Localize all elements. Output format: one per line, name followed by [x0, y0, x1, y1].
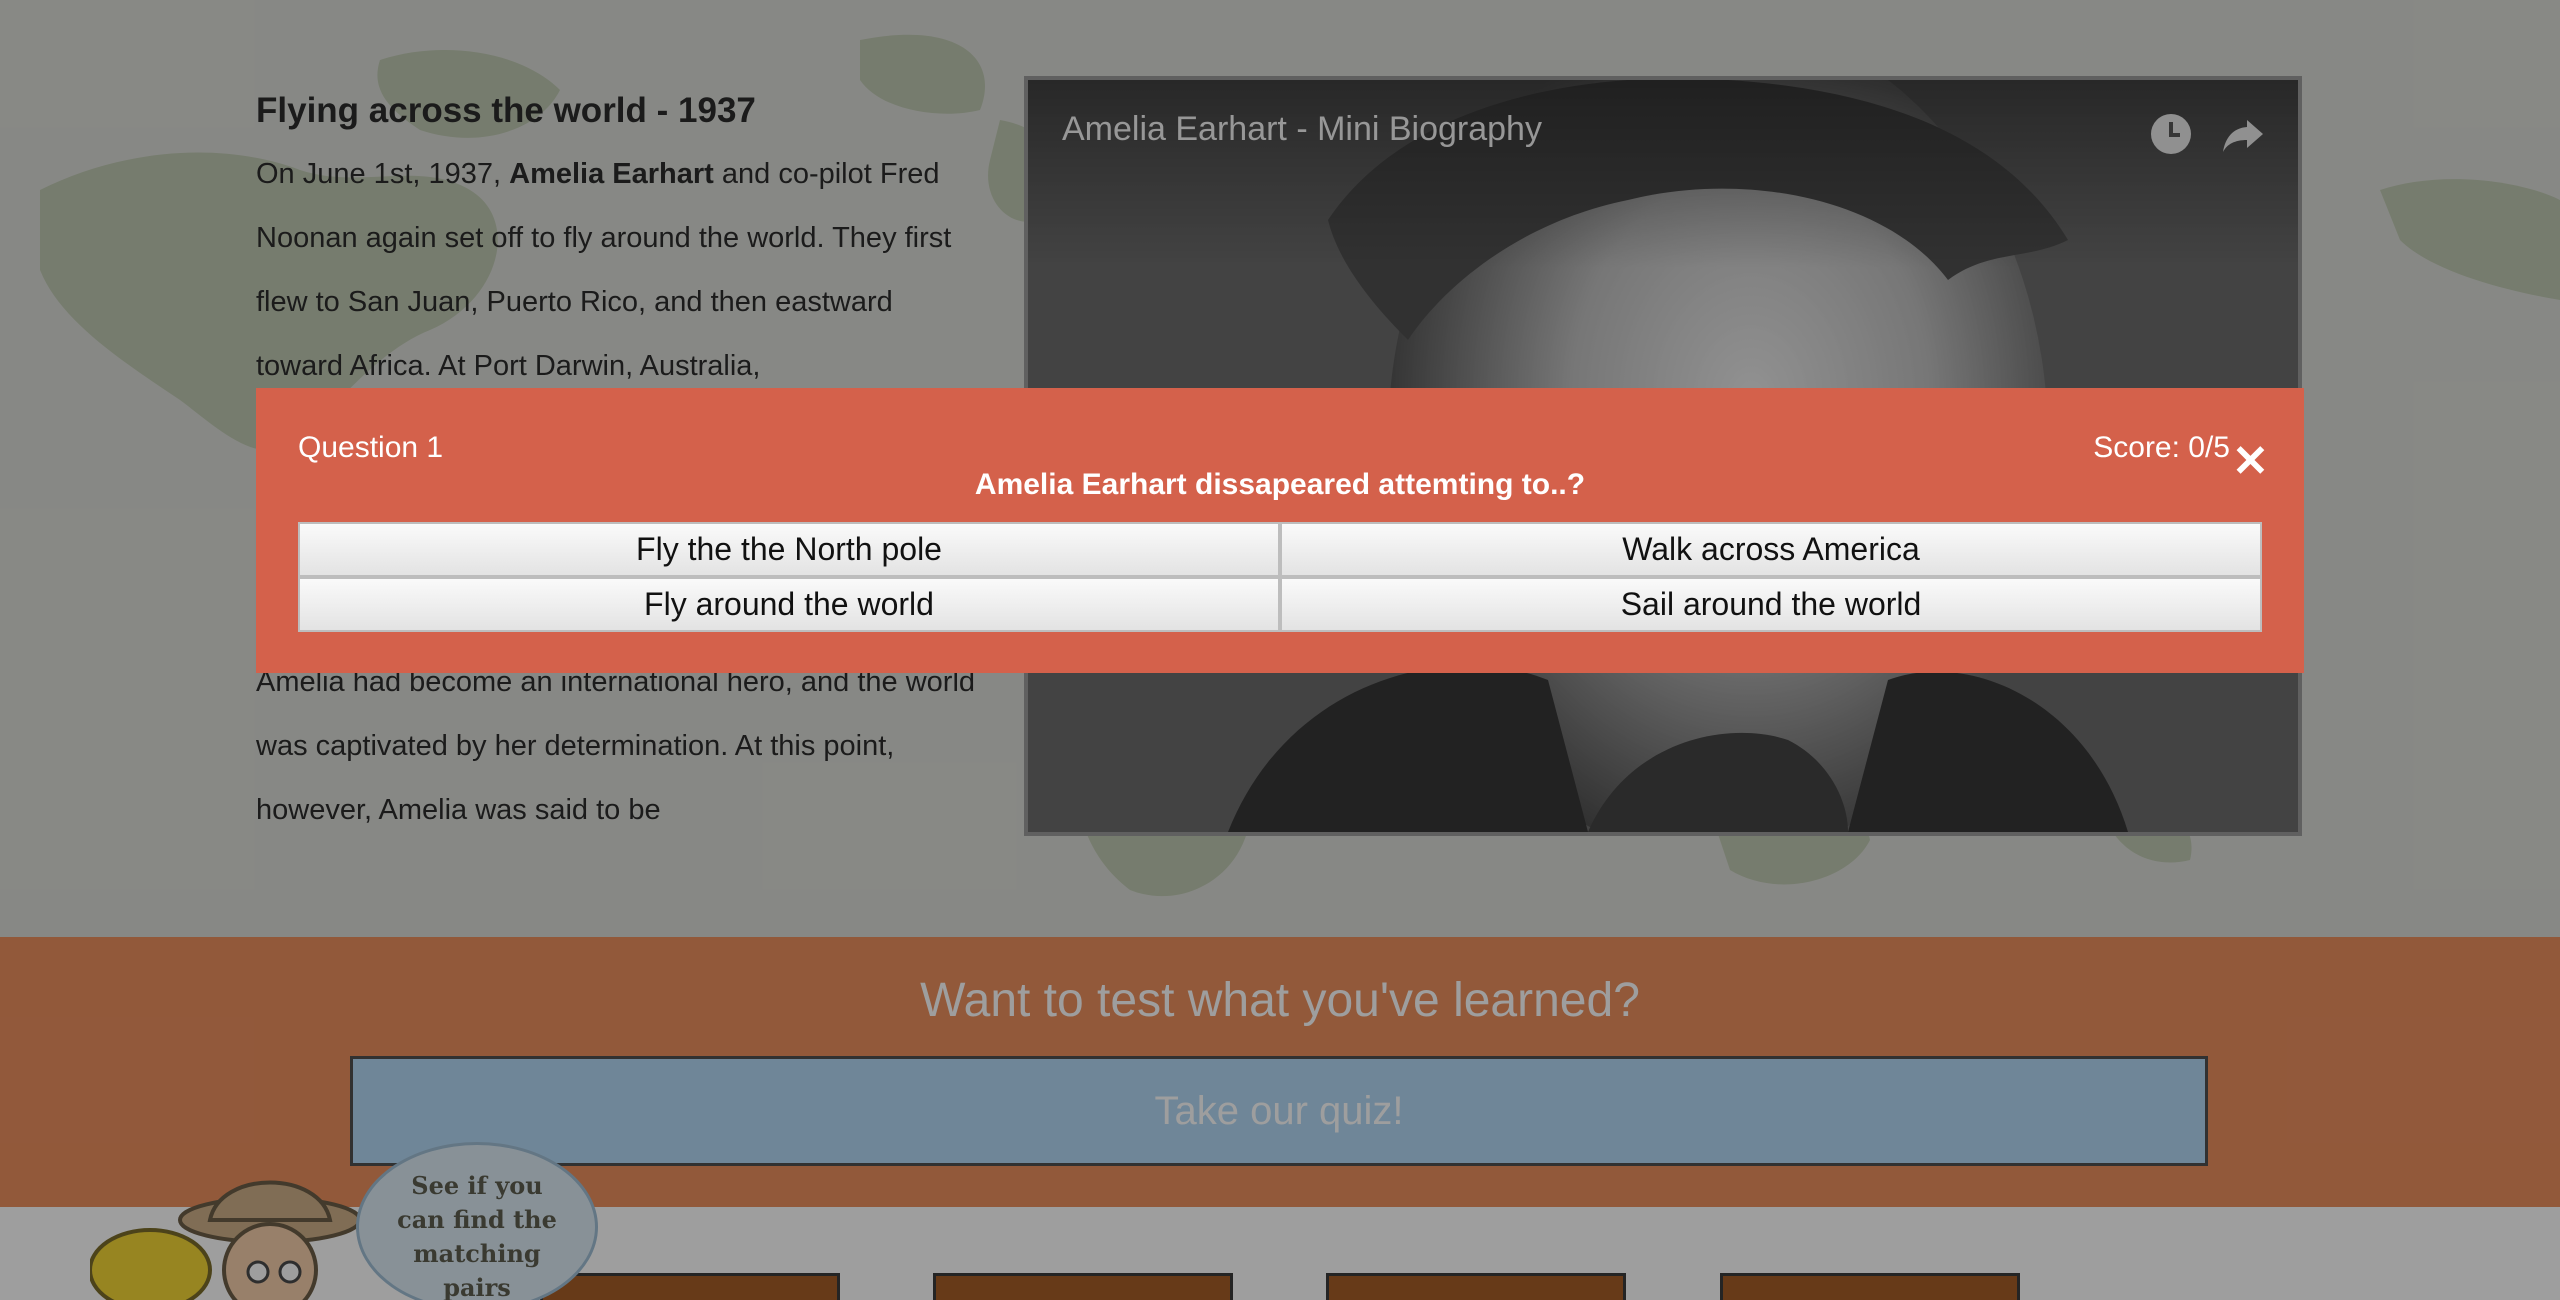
quiz-modal: Question 1 Score: 0/5 ✕ Amelia Earhart d… — [256, 388, 2304, 673]
answer-option[interactable]: Fly the the North pole — [300, 524, 1278, 575]
question-text: Amelia Earhart dissapeared attemting to.… — [974, 468, 1586, 501]
question-number: Question 1 — [298, 431, 444, 464]
answer-grid: Fly the the North pole Walk across Ameri… — [298, 522, 2262, 632]
answer-option[interactable]: Sail around the world — [1282, 579, 2260, 630]
answer-option[interactable]: Walk across America — [1282, 524, 2260, 575]
score-display: Score: 0/5 — [2093, 431, 2230, 464]
answer-option[interactable]: Fly around the world — [300, 579, 1278, 630]
